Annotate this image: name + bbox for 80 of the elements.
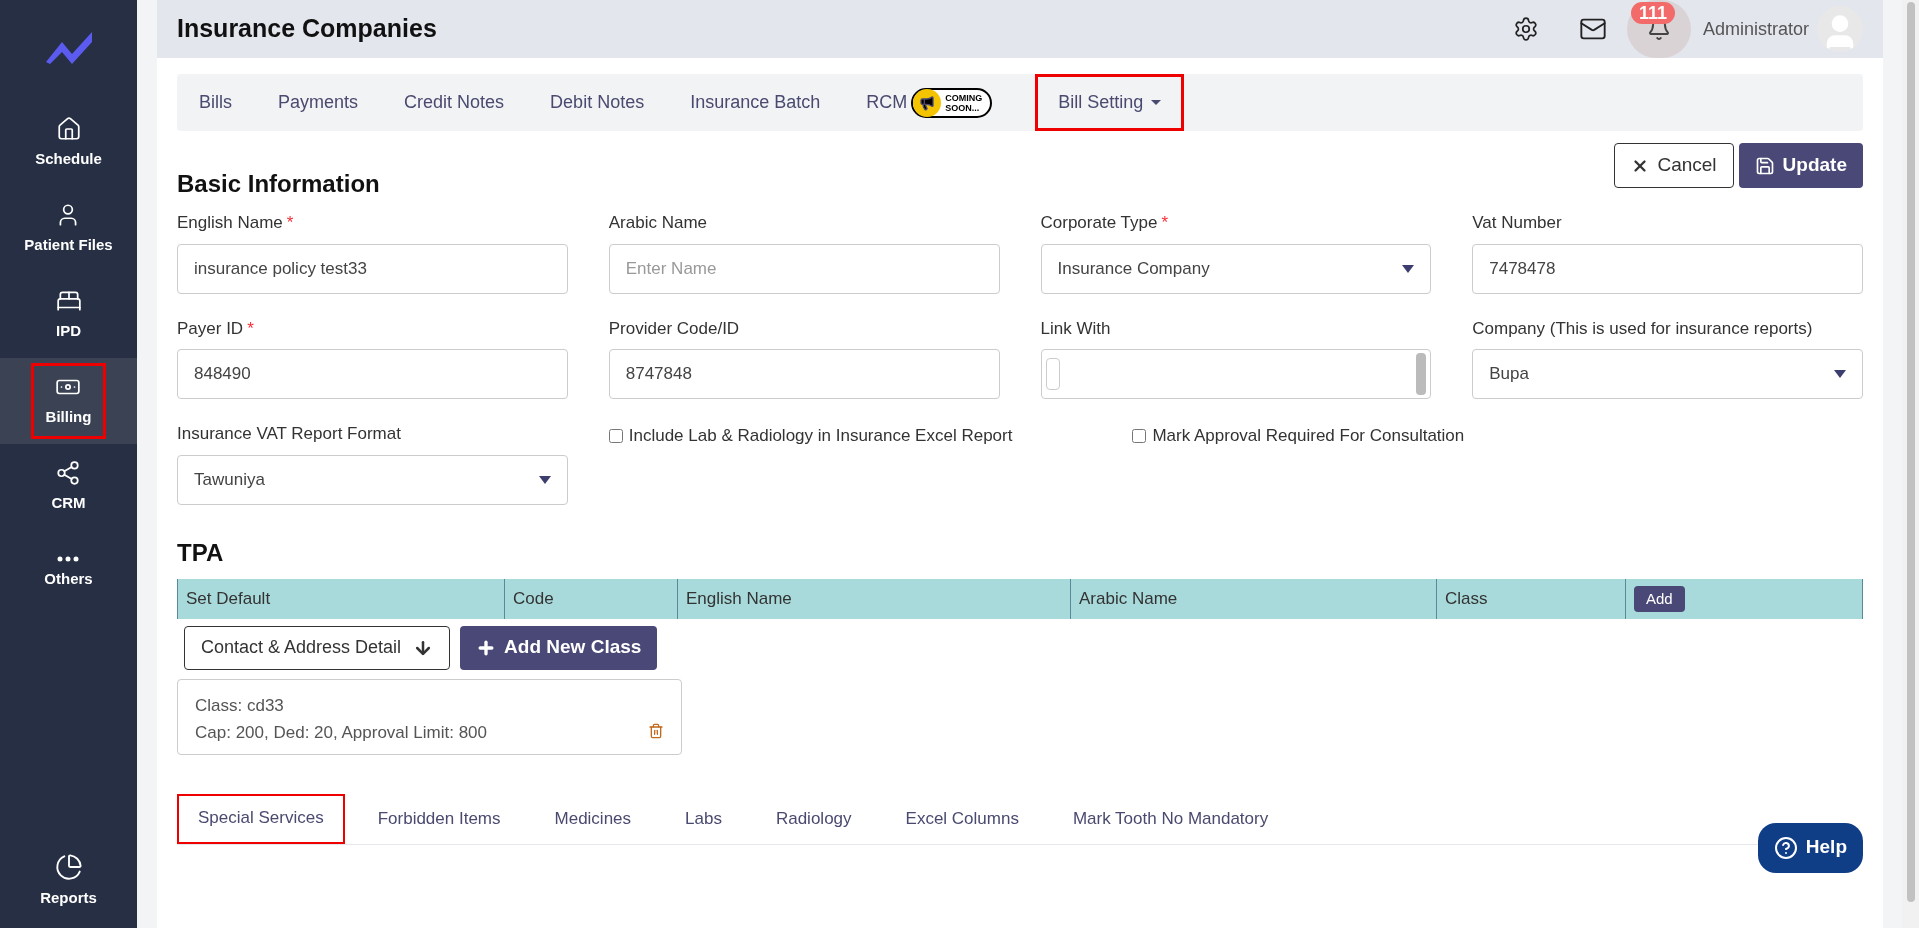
user-name: Administrator	[1702, 17, 1809, 41]
field-label: Payer ID	[177, 318, 244, 338]
nav-tab[interactable]: RCM COMING SOON...	[866, 87, 993, 118]
field-label: Arabic Name	[608, 213, 707, 232]
tab[interactable]: Mark Tooth No Mandatory	[1051, 794, 1290, 844]
checkbox-label: Mark Approval Required For Consultation	[1152, 425, 1465, 448]
required-mark: *	[286, 213, 294, 232]
field-label: Insurance VAT Report Format	[177, 424, 401, 443]
cancel-button[interactable]: Cancel	[1614, 143, 1734, 188]
dots-icon	[57, 555, 80, 562]
nodes-icon	[55, 459, 82, 486]
multi-select-field[interactable]	[1040, 349, 1432, 399]
tab[interactable]: Excel Columns	[884, 794, 1040, 844]
sidebar-item[interactable]: CRM	[0, 444, 137, 530]
section-title: Basic Information	[177, 169, 380, 199]
field-label: Corporate Type	[1040, 213, 1158, 232]
megaphone-icon	[919, 94, 936, 111]
notification-badge: 111	[1630, 2, 1675, 24]
tab[interactable]: Medicines	[533, 794, 653, 844]
trash-icon[interactable]	[648, 722, 664, 739]
text-field[interactable]: 7478478	[1472, 243, 1863, 294]
section-title: TPA	[177, 537, 225, 568]
nav-tab[interactable]: Bills	[199, 89, 232, 116]
select-field[interactable]: Tawuniya	[177, 454, 568, 505]
help-button[interactable]: Help	[1757, 822, 1863, 873]
caret-icon	[1151, 100, 1162, 105]
class-detail-text: Class: cd33	[195, 694, 285, 717]
nav-tab[interactable]: Credit Notes	[404, 89, 505, 116]
select-field[interactable]: Insurance Company	[1040, 243, 1432, 294]
help-icon	[1773, 835, 1798, 860]
text-field[interactable]: insurance policy test33	[177, 243, 568, 294]
update-button[interactable]: Update	[1738, 143, 1863, 188]
column-header: Set Default	[178, 578, 505, 619]
column-header: Code	[505, 578, 678, 619]
caret-icon	[1834, 370, 1846, 378]
column-header: Arabic Name	[1071, 578, 1437, 619]
sidebar-item[interactable]: Billing	[0, 358, 137, 444]
text-field[interactable]: Enter Name	[608, 243, 1000, 294]
field-label: English Name	[177, 213, 283, 232]
caret-icon	[538, 475, 551, 484]
nav-tab[interactable]: Debit Notes	[550, 89, 645, 116]
home-icon	[55, 115, 82, 142]
add-class-button[interactable]: Add New Class	[460, 625, 658, 670]
text-field[interactable]: 848490	[177, 349, 568, 399]
required-mark: *	[247, 318, 254, 338]
text-field[interactable]: 8747848	[608, 349, 1000, 399]
field-label: Link With	[1040, 318, 1111, 338]
tab[interactable]: Special Services	[177, 794, 345, 844]
sidebar-item[interactable]: IPD	[0, 272, 137, 358]
checkbox-label: Include Lab & Radiology in Insurance Excel Report	[628, 425, 1013, 448]
nav-tab[interactable]: Payments	[278, 89, 359, 116]
coming-soon-badge: COMING SOON...	[911, 87, 993, 118]
contact-address-button[interactable]: Contact & Address Detail	[184, 625, 451, 670]
checkbox[interactable]	[608, 429, 623, 443]
caret-icon	[1402, 264, 1415, 273]
field-label: Vat Number	[1472, 213, 1562, 232]
select-field[interactable]: Bupa	[1472, 349, 1863, 399]
column-header: English Name	[678, 578, 1071, 619]
nav-tab[interactable]: Insurance Batch	[690, 89, 821, 116]
class-detail-text: Cap: 200, Ded: 20, Approval Limit: 800	[195, 721, 487, 744]
field-label: Provider Code/ID	[608, 318, 740, 338]
tab[interactable]: Radiology	[754, 794, 873, 844]
scrollbar	[1416, 353, 1427, 395]
required-mark: *	[1161, 213, 1168, 232]
field-label: Company (This is used for insurance reports)	[1472, 318, 1813, 338]
checkbox[interactable]	[1132, 429, 1147, 443]
sidebar-item[interactable]: Reports	[0, 838, 137, 924]
settings-icon[interactable]	[1512, 16, 1539, 42]
column-header: Class	[1437, 578, 1626, 619]
sidebar-item[interactable]: Others	[0, 530, 137, 616]
tab[interactable]: Labs	[664, 794, 743, 844]
text-input[interactable]	[1045, 358, 1060, 390]
add-button[interactable]: Add	[1634, 585, 1685, 612]
save-icon	[1754, 155, 1775, 176]
sidebar-item[interactable]: Schedule	[0, 100, 137, 186]
nav-tab[interactable]: Bill Setting	[1038, 77, 1182, 128]
sidebar-item[interactable]: Patient Files	[0, 186, 137, 272]
pie-chart-icon	[54, 852, 83, 881]
tab[interactable]: Forbidden Items	[356, 794, 522, 844]
page-title: Insurance Companies	[177, 13, 437, 45]
